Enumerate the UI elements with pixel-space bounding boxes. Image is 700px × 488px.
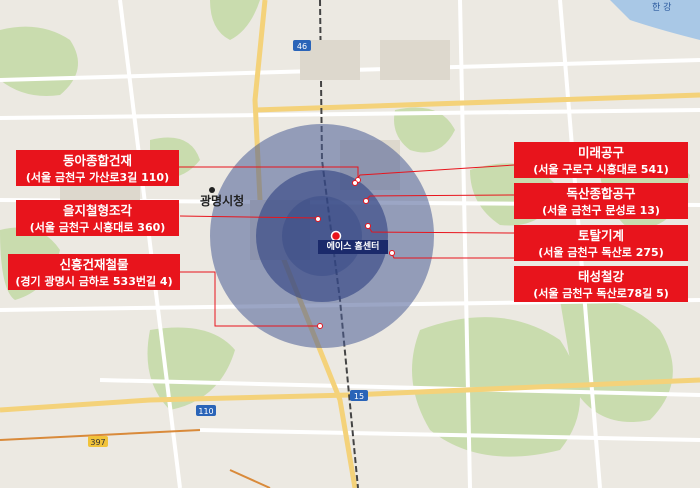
place-name: 미래공구 [577, 145, 624, 160]
svg-text:15: 15 [354, 392, 364, 401]
place-card-mirae[interactable]: 미래공구 (서울 구로구 시흥대로 541) [514, 142, 688, 178]
place-card-sinheung[interactable]: 신흥건재철물 (경기 광명시 금하로 533번길 4) [8, 254, 180, 290]
river-label: 한 강 [652, 2, 671, 13]
place-card-total[interactable]: 토탈기계 (서울 금천구 독산로 275) [514, 225, 688, 261]
svg-text:46: 46 [297, 42, 307, 51]
place-name: 독산종합공구 [566, 186, 636, 201]
city-hall-label: 광명시청 [200, 193, 244, 208]
place-name: 을지철형조각 [62, 203, 132, 218]
svg-text:397: 397 [90, 438, 105, 447]
place-address: (서울 금천구 문성로 13) [542, 204, 660, 217]
place-address: (경기 광명시 금하로 533번길 4) [15, 275, 173, 288]
place-address: (서울 금천구 시흥대로 360) [29, 221, 166, 234]
svg-text:110: 110 [198, 407, 213, 416]
place-card-donga[interactable]: 동아종합건재 (서울 금천구 가산로3길 110) [16, 150, 179, 186]
place-card-taeseong[interactable]: 태성철강 (서울 금천구 독산로78길 5) [514, 266, 688, 302]
place-name: 토탈기계 [577, 228, 624, 243]
place-name: 신흥건재철물 [59, 257, 129, 272]
place-card-eulji[interactable]: 을지철형조각 (서울 금천구 시흥대로 360) [16, 200, 179, 236]
center-label[interactable]: 에이스 홈센터 [318, 240, 388, 254]
place-address: (서울 금천구 독산로78길 5) [533, 287, 669, 300]
map-canvas[interactable]: 46 110 15 397 광명시청 한 강 에이스 홈센터 동아종합건재 (서… [0, 0, 700, 488]
place-address: (서울 금천구 독산로 275) [538, 246, 664, 259]
place-address: (서울 구로구 시흥대로 541) [533, 163, 669, 176]
place-address: (서울 금천구 가산로3길 110) [25, 171, 170, 184]
place-name: 태성철강 [577, 269, 624, 284]
place-card-doksan[interactable]: 독산종합공구 (서울 금천구 문성로 13) [514, 183, 688, 219]
place-name: 동아종합건재 [62, 153, 132, 168]
